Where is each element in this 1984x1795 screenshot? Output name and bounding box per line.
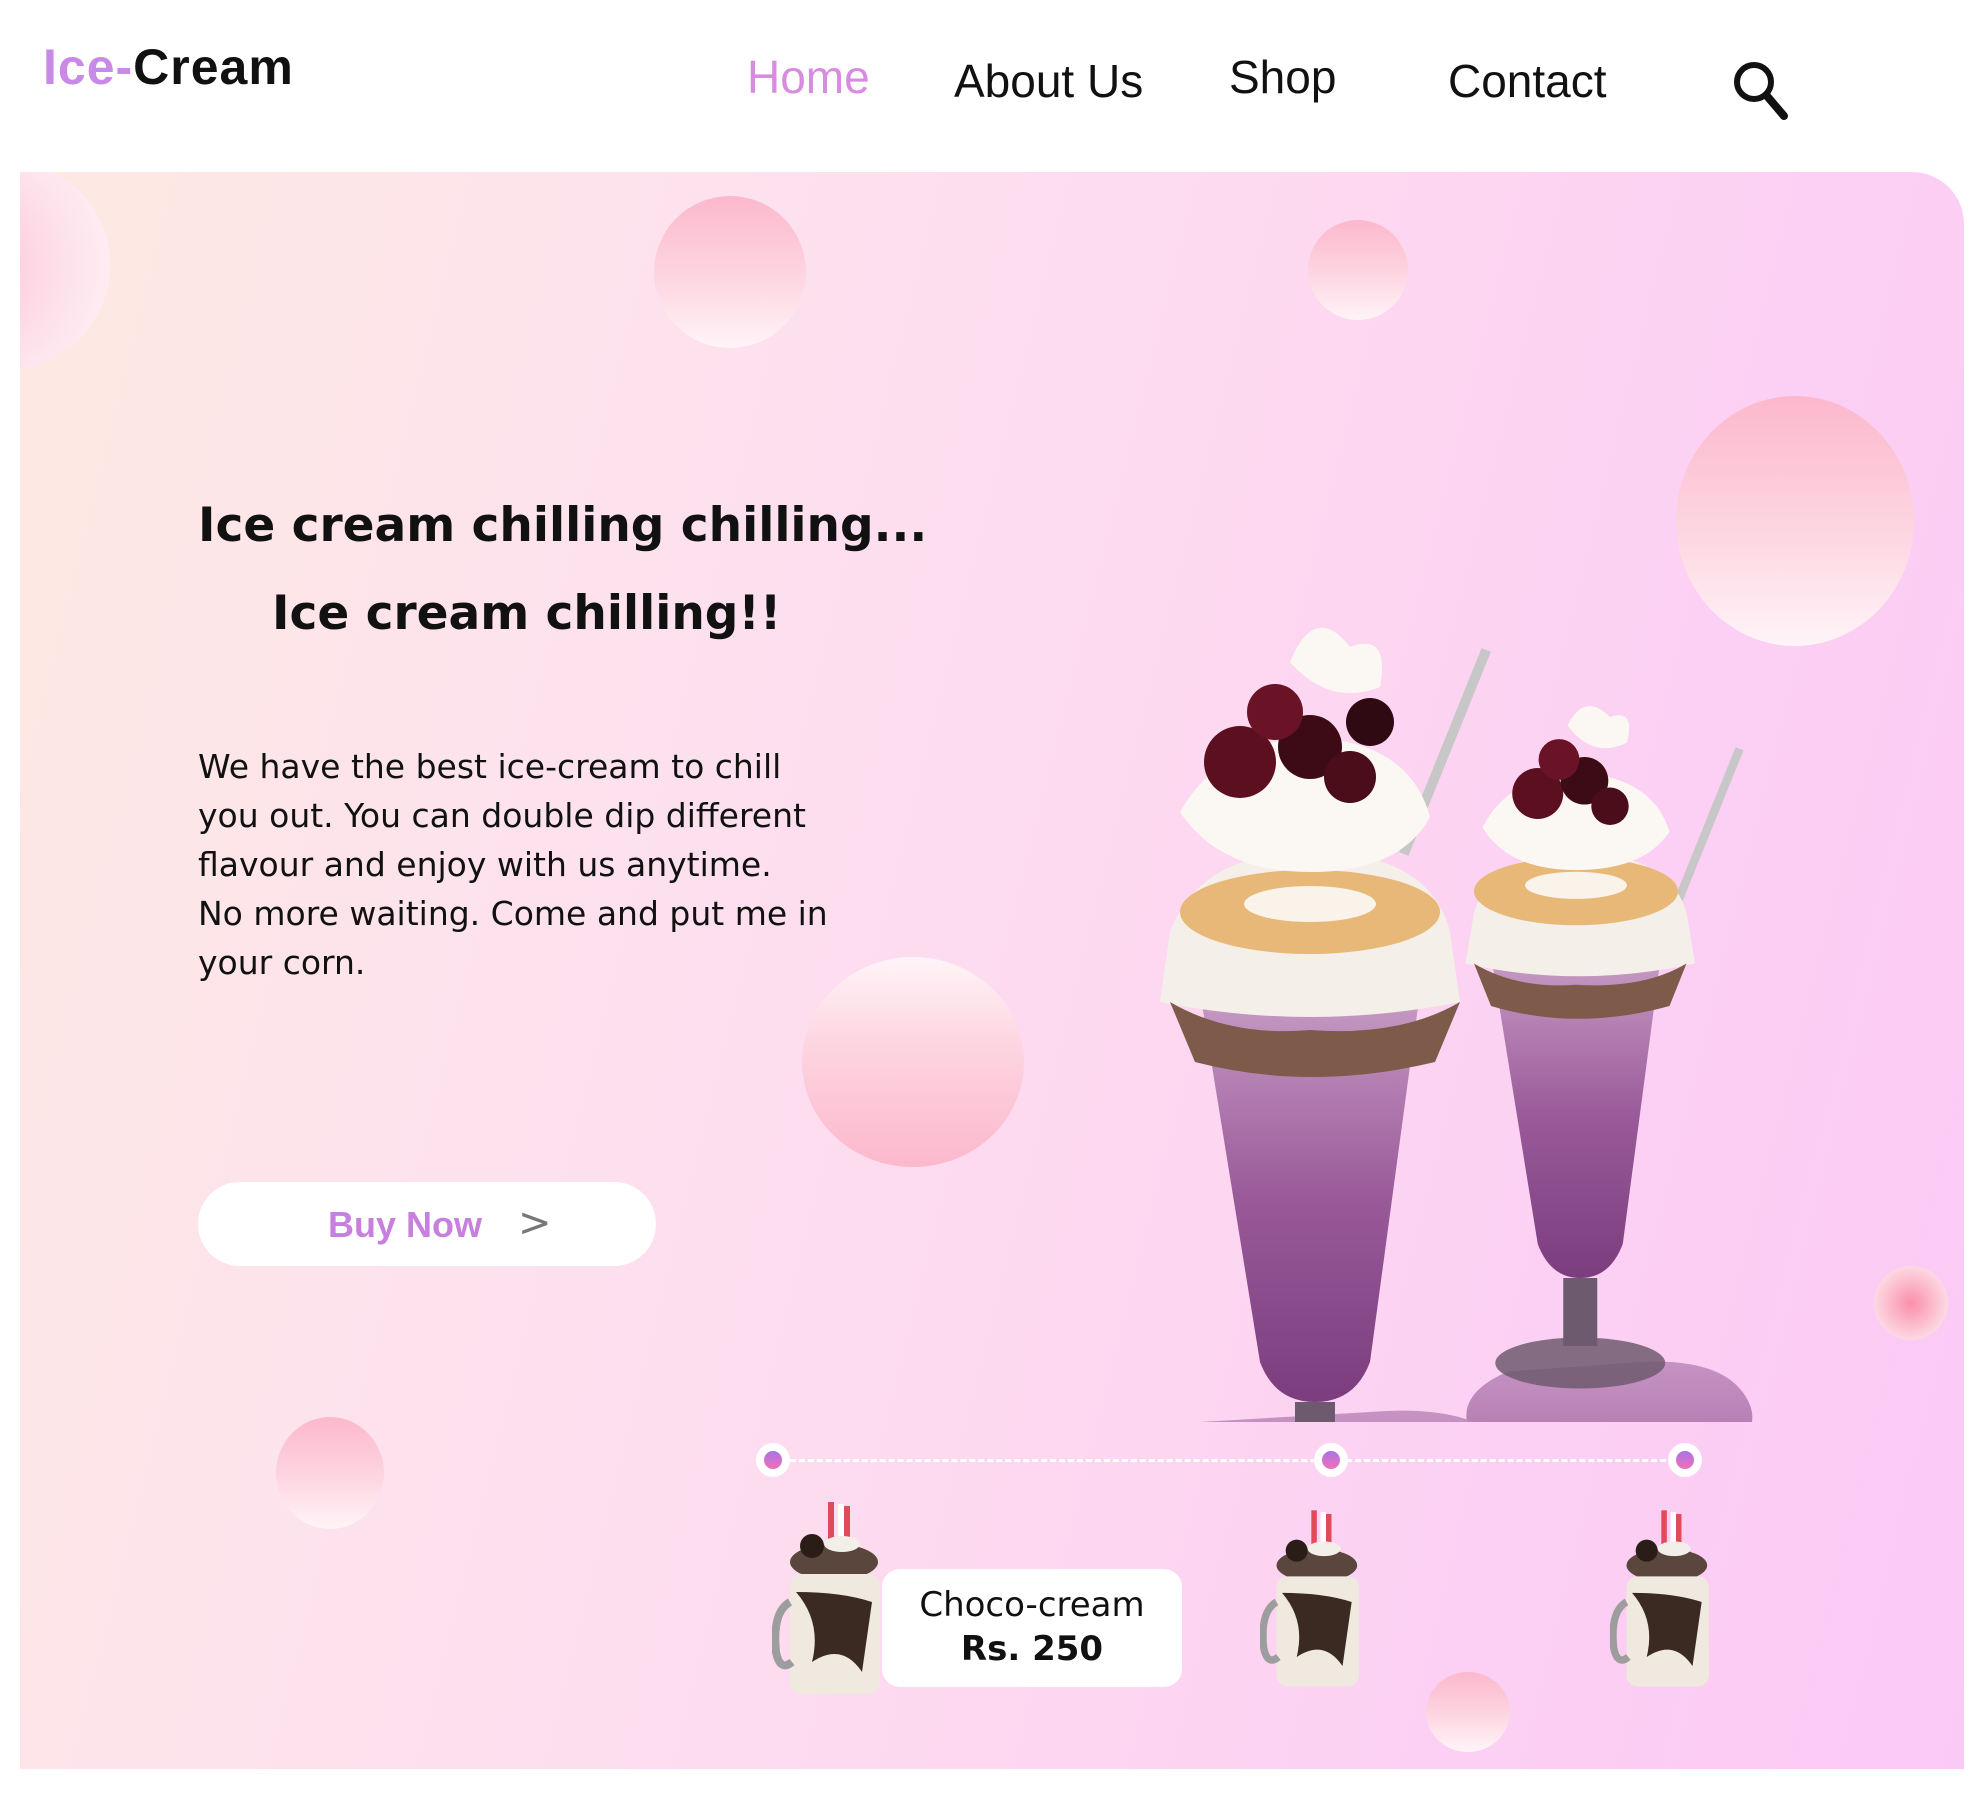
hero-description: We have the best ice-cream to chill you … [198,742,878,987]
product-slider-track [772,1459,1702,1462]
slider-dot[interactable] [756,1443,790,1477]
description-line: your corn. [198,943,366,982]
hero-headline-2: Ice cream chilling!! [272,586,782,641]
decorative-bubble [1308,220,1408,320]
description-line: No more waiting. Come and put me in [198,894,828,933]
decorative-bubble [1874,1266,1948,1340]
choco-cream-jar[interactable] [1610,1502,1720,1702]
nav-about-us[interactable]: About Us [954,54,1143,108]
choco-cream-jar[interactable] [772,1502,892,1702]
nav-home[interactable]: Home [747,50,870,104]
nav-contact[interactable]: Contact [1448,54,1607,108]
product-name: Choco-cream [919,1585,1145,1625]
decorative-bubble [654,196,806,348]
decorative-bubble [276,1417,384,1529]
description-line: We have the best ice-cream to chill [198,747,782,786]
decorative-bubble [20,172,110,370]
hero-section: Ice cream chilling chilling... Ice cream… [20,172,1964,1769]
description-line: you out. You can double dip different [198,796,806,835]
buy-now-button[interactable]: Buy Now > [198,1182,656,1266]
description-line: flavour and enjoy with us anytime. [198,845,772,884]
choco-cream-jar[interactable] [1260,1502,1370,1702]
decorative-bubble [802,957,1024,1167]
slider-dot[interactable] [1314,1443,1348,1477]
nav-shop[interactable]: Shop [1229,50,1336,104]
search-icon[interactable] [1730,58,1790,124]
product-card[interactable]: Choco-cream Rs. 250 [882,1569,1182,1687]
product-price: Rs. 250 [960,1629,1104,1669]
slider-dot[interactable] [1668,1443,1702,1477]
decorative-bubble [1426,1672,1510,1752]
milkshake-illustration [1160,627,1753,1422]
main-nav: Home About Us Shop Contact [0,46,1984,116]
hero-headline-1: Ice cream chilling chilling... [198,498,928,553]
buy-now-label: Buy Now [328,1204,483,1245]
chevron-right-icon: > [518,1200,552,1246]
